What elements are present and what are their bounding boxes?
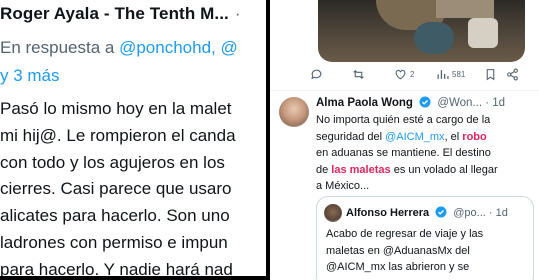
quote-text-line: @AICM_mx las abrieron y se — [326, 261, 470, 273]
tweet-action-bar: 2 581 — [310, 68, 534, 88]
tweet-text-line: mi hij@. Le rompieron el canda — [0, 125, 236, 145]
tweet-time[interactable]: 1d — [492, 97, 505, 109]
tweet-text-line: seguridad del @AICM_mx, el robo — [316, 129, 536, 146]
tweet-text-line: en aduanas se mantiene. El destino — [316, 147, 491, 160]
tweet-text-line: Pasó lo mismo hoy en la malet — [0, 99, 232, 118]
tweet-text-line: con todo y los agujeros en los — [0, 152, 225, 172]
quote-body: Acabo de regresar de viaje y las maletas… — [326, 226, 526, 276]
tweet-text-line: cierres. Casi parece que usaro — [0, 179, 232, 199]
quote-text-line: maletas en @AduanasMx del — [326, 244, 470, 257]
retweet-icon — [353, 69, 364, 80]
header-dot: · — [485, 97, 490, 109]
share-button[interactable] — [506, 68, 519, 81]
text-fragment: de — [316, 163, 332, 176]
header-dot: · — [488, 207, 493, 219]
highlight-word: las — [331, 163, 347, 176]
heart-icon — [395, 69, 406, 80]
reply-button[interactable] — [310, 68, 323, 81]
avatar[interactable] — [324, 204, 342, 222]
reply-icon — [311, 69, 322, 80]
reply-mentions[interactable]: @ponchohd, @ — [119, 38, 238, 57]
tweet-text-line: de las maletas es un volado al llegar — [316, 162, 536, 179]
text-fragment: es un volado al llegar — [390, 163, 498, 176]
text-fragment: seguridad del — [316, 130, 386, 143]
tweet-time[interactable]: 1d — [496, 207, 508, 219]
highlight-word: robo — [462, 130, 487, 143]
author-header[interactable]: Roger Ayala - The Tenth M... · — [0, 4, 241, 24]
retweet-button[interactable] — [352, 68, 365, 81]
text-fragment: , el — [444, 130, 463, 143]
verified-badge-icon — [419, 96, 431, 108]
highlight-word: maletas — [349, 163, 391, 176]
views-button[interactable]: 581 — [436, 68, 465, 81]
tweet-text-line: ladrones con permiso e impun — [0, 232, 228, 252]
tweet-text-line: No importa quién esté a cargo de la — [316, 114, 491, 126]
tweet-text-line: a México... — [316, 180, 370, 193]
tweet-body: No importa quién esté a cargo de la segu… — [316, 112, 536, 195]
author-handle[interactable]: @po... — [453, 207, 486, 219]
like-count: 2 — [410, 70, 415, 79]
tweet-body: Pasó lo mismo hoy en la malet mi hij@. L… — [0, 96, 266, 280]
quoted-tweet[interactable]: Alfonso Herrera @po... · 1d Acabo de reg… — [316, 196, 534, 280]
reply-context: En respuesta a @ponchohd, @ — [0, 38, 238, 58]
bookmark-icon — [486, 69, 495, 81]
photo-region — [436, 0, 494, 18]
header-dot: · — [234, 4, 241, 23]
tweet-photo[interactable] — [318, 0, 525, 62]
photo-region — [468, 18, 498, 48]
author-name[interactable]: Roger Ayala - The Tenth M... — [0, 4, 229, 23]
author-name[interactable]: Alfonso Herrera — [346, 207, 429, 219]
author-name[interactable]: Alma Paola Wong — [316, 97, 413, 109]
avatar[interactable] — [279, 97, 309, 127]
thread-panel: 2 581 Alma Paola Wong @Won... · 1d No im… — [270, 0, 539, 280]
tweet-header: Alma Paola Wong @Won... · 1d — [316, 96, 505, 109]
tweet-text-line: alicates para hacerlo. Son uno — [0, 206, 230, 226]
author-handle[interactable]: @Won... — [437, 97, 482, 109]
mention-link[interactable]: @AICM_mx — [385, 131, 444, 143]
reply-more-link[interactable]: y 3 más — [0, 66, 60, 86]
share-icon — [507, 68, 518, 81]
views-icon — [437, 70, 449, 79]
zoomed-tweet-panel: Roger Ayala - The Tenth M... · En respues… — [0, 0, 266, 280]
reply-prefix: En respuesta a — [0, 38, 115, 57]
like-button[interactable]: 2 — [394, 68, 414, 81]
bottom-border — [0, 276, 266, 280]
quote-header: Alfonso Herrera @po... · 1d — [346, 206, 508, 219]
bookmark-button[interactable] — [484, 68, 497, 81]
quote-text-line: Acabo de regresar de viaje y las — [326, 228, 484, 240]
verified-badge-icon — [435, 206, 447, 218]
tweet-divider — [270, 90, 539, 91]
photo-region — [414, 22, 454, 54]
views-count: 581 — [452, 70, 466, 79]
